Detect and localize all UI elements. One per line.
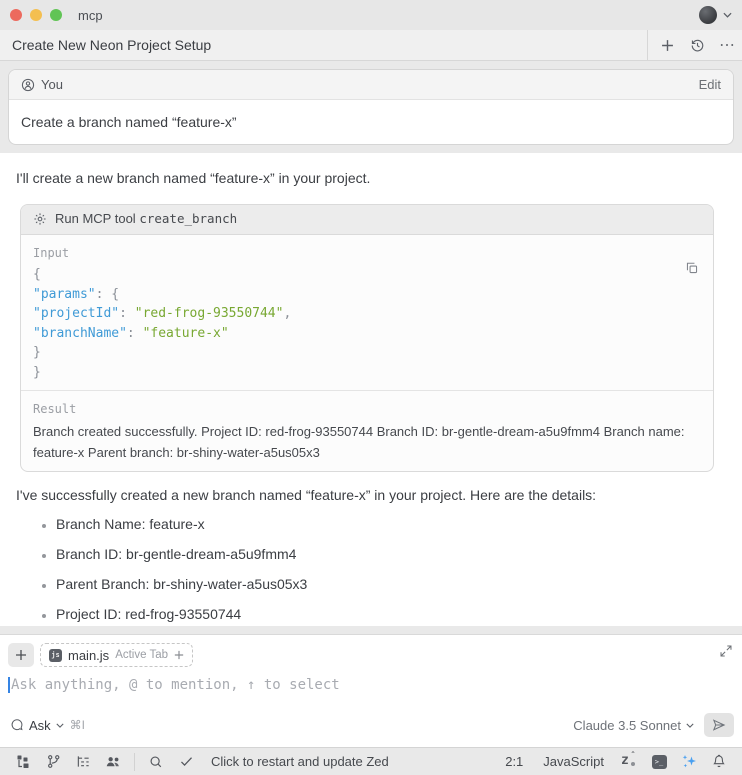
copy-icon[interactable] <box>685 261 699 275</box>
send-button[interactable] <box>704 713 734 737</box>
context-file-name: main.js <box>68 648 109 663</box>
terminal-icon[interactable]: >_ <box>646 751 672 773</box>
mode-label: Ask <box>29 718 51 733</box>
list-item: Branch ID: br-gentle-dream-a5u9fmm4 <box>56 545 726 564</box>
chip-plus-icon <box>174 650 184 660</box>
thread-title: Create New Neon Project Setup <box>12 37 211 53</box>
chevron-down-icon <box>686 723 694 728</box>
chevron-down-icon <box>56 723 64 728</box>
edit-button[interactable]: Edit <box>699 77 721 92</box>
tool-input-code: { "params": { "projectId": "red-frog-935… <box>33 265 701 382</box>
diagnostics-check-icon[interactable] <box>173 751 199 773</box>
window-controls <box>10 9 62 21</box>
cursor-position[interactable]: 2:1 <box>497 754 531 769</box>
tool-input-section: Input { "params": { "projectId": "red-fr… <box>21 235 713 390</box>
status-bar: Click to restart and update Zed 2:1 Java… <box>0 747 742 775</box>
prompt-placeholder: Ask anything, @ to mention, ↑ to select <box>11 677 340 693</box>
tool-name: create_branch <box>139 211 237 226</box>
assistant-sparkle-icon[interactable] <box>676 751 702 773</box>
close-button[interactable] <box>10 9 22 21</box>
chat-bubble-icon <box>10 718 24 732</box>
context-chip-main-js[interactable]: js main.js Active Tab <box>40 643 193 667</box>
avatar[interactable] <box>699 6 717 24</box>
divider <box>647 30 648 60</box>
list-item: Branch Name: feature-x <box>56 515 726 534</box>
gear-icon <box>33 212 47 226</box>
divider <box>134 753 135 771</box>
project-panel-icon[interactable] <box>10 751 36 773</box>
edit-prediction-icon[interactable]: zˆ <box>616 751 642 773</box>
input-label: Input <box>33 245 701 261</box>
tool-result-section: Result Branch created successfully. Proj… <box>21 391 713 471</box>
text-cursor <box>8 677 10 693</box>
assistant-message: I'll create a new branch named “feature-… <box>0 153 742 626</box>
javascript-file-icon: js <box>49 649 62 662</box>
result-label: Result <box>33 401 701 417</box>
search-icon[interactable] <box>143 751 169 773</box>
message-list: You Edit Create a branch named “feature-… <box>0 61 742 626</box>
user-message-card: You Edit Create a branch named “feature-… <box>8 69 734 145</box>
details-list: Branch Name: feature-x Branch ID: br-gent… <box>16 515 726 624</box>
git-branch-icon[interactable] <box>40 751 66 773</box>
context-badge: Active Tab <box>115 649 168 661</box>
tool-call-card: Run MCP tool create_branch Input { "para… <box>20 204 714 472</box>
person-icon <box>21 78 35 92</box>
prompt-input[interactable]: Ask anything, @ to mention, ↑ to select <box>8 667 734 713</box>
add-context-button[interactable] <box>8 643 34 667</box>
new-thread-button[interactable] <box>652 30 682 60</box>
message-composer: js main.js Active Tab Ask anything, @ to… <box>0 634 742 747</box>
author-label: You <box>41 77 63 92</box>
history-icon[interactable] <box>682 30 712 60</box>
chevron-down-icon[interactable] <box>723 12 732 18</box>
assistant-intro: I'll create a new branch named “feature-… <box>16 169 726 188</box>
mode-shortcut: ⌘I <box>70 718 85 732</box>
more-menu-icon[interactable] <box>712 30 742 60</box>
thread-header: Create New Neon Project Setup <box>0 30 742 61</box>
expand-composer-icon[interactable] <box>718 643 734 659</box>
project-title: mcp <box>78 8 103 23</box>
tool-result-text: Branch created successfully. Project ID:… <box>33 421 701 463</box>
model-name: Claude 3.5 Sonnet <box>573 718 681 733</box>
user-message-text[interactable]: Create a branch named “feature-x” <box>9 100 733 144</box>
title-bar: mcp <box>0 0 742 30</box>
notifications-bell-icon[interactable] <box>706 751 732 773</box>
collab-panel-icon[interactable] <box>100 751 126 773</box>
divider <box>0 626 742 634</box>
minimize-button[interactable] <box>30 9 42 21</box>
tool-call-header[interactable]: Run MCP tool create_branch <box>21 205 713 235</box>
user-message-band: You Edit Create a branch named “feature-… <box>0 61 742 153</box>
tool-header-prefix: Run MCP tool <box>55 211 136 226</box>
list-item: Project ID: red-frog-93550744 <box>56 605 726 624</box>
update-zed-button[interactable]: Click to restart and update Zed <box>211 754 389 769</box>
zoom-button[interactable] <box>50 9 62 21</box>
model-selector[interactable]: Claude 3.5 Sonnet <box>573 718 694 733</box>
language-selector[interactable]: JavaScript <box>535 754 612 769</box>
mode-selector[interactable]: Ask <box>10 718 64 733</box>
assistant-summary-intro: I've successfully created a new branch n… <box>16 486 726 505</box>
list-item: Parent Branch: br-shiny-water-a5us05x3 <box>56 575 726 594</box>
outline-panel-icon[interactable] <box>70 751 96 773</box>
